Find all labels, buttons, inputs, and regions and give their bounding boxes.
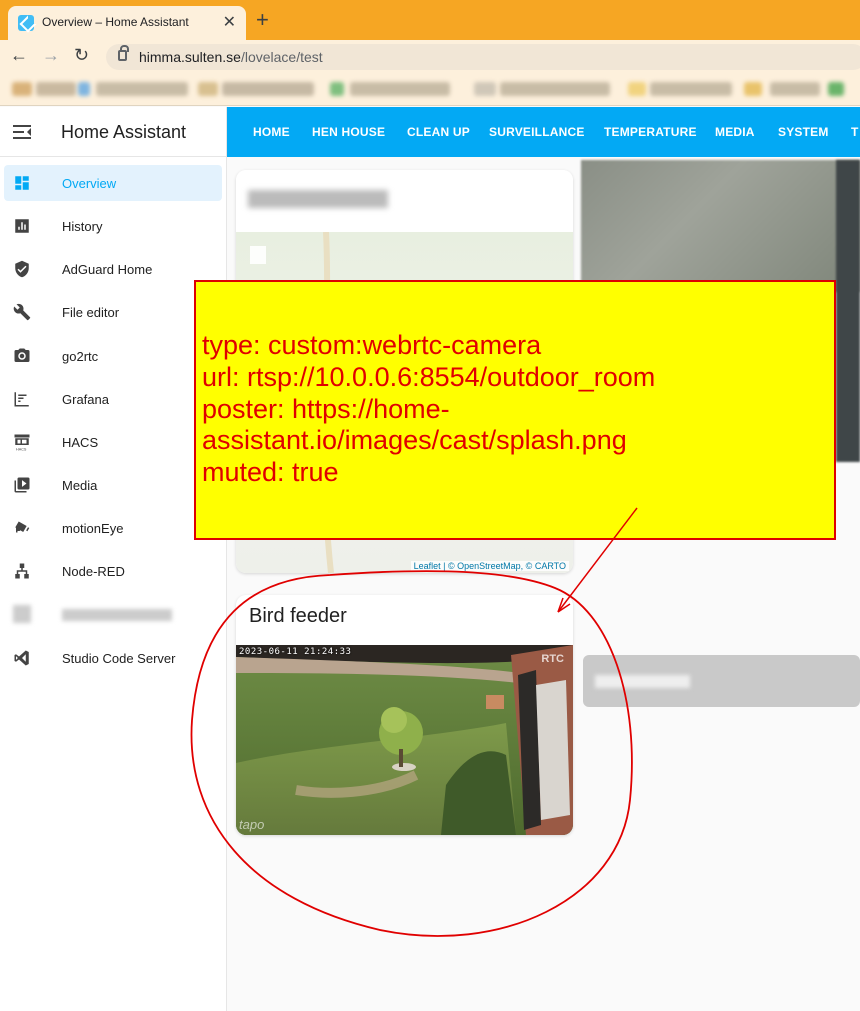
sidebar-item-node-red[interactable]: Node-RED: [4, 553, 222, 589]
blurred-card-edge: [836, 160, 860, 462]
collapse-menu-icon[interactable]: [13, 125, 31, 139]
card-title: Bird feeder: [249, 605, 347, 627]
sidebar-item-label: Node-RED: [62, 564, 125, 579]
bookmark-item[interactable]: [500, 82, 610, 96]
bookmark-item[interactable]: [350, 82, 450, 96]
sidebar-item-label: HACS: [62, 435, 99, 450]
close-tab-icon[interactable]: ✕: [223, 12, 236, 32]
wrench-icon: [13, 303, 31, 321]
sidebar-item-hacs[interactable]: HACS HACS: [4, 424, 222, 460]
bookmark-item[interactable]: [828, 82, 844, 96]
url-host: himma.sulten.se: [139, 49, 241, 65]
tab-title: Overview – Home Assistant: [42, 15, 189, 29]
blurred-icon: [13, 605, 31, 623]
tab-home[interactable]: HOME: [253, 125, 290, 139]
cctv-icon: [15, 521, 30, 533]
sitemap-icon: [15, 563, 29, 579]
sidebar-item-label: AdGuard Home: [62, 262, 153, 277]
sidebar-item-studio-code[interactable]: Studio Code Server: [4, 640, 222, 676]
annotation-line: type: custom:webrtc-camera: [202, 330, 542, 360]
bookmark-item[interactable]: [744, 82, 762, 96]
hacs-icon: HACS: [14, 434, 30, 451]
vscode-icon: [14, 650, 29, 666]
sidebar: Home Assistant Overview History AdGuard …: [0, 107, 227, 1011]
annotation-line: url: rtsp://10.0.0.6:8554/outdoor_room: [202, 362, 656, 392]
back-icon[interactable]: ←: [10, 45, 28, 66]
sidebar-item-label: motionEye: [62, 521, 124, 536]
bookmark-item[interactable]: [198, 82, 218, 96]
camera-watermark: tapo: [239, 817, 265, 832]
sidebar-item-motioneye[interactable]: motionEye: [4, 510, 222, 546]
blurred-entity-card[interactable]: [583, 655, 860, 707]
bookmark-item[interactable]: [36, 82, 76, 96]
sidebar-item-go2rtc[interactable]: go2rtc: [4, 338, 222, 374]
sidebar-item-media[interactable]: Media: [4, 467, 222, 503]
annotation-line: assistant.io/images/cast/splash.png: [202, 425, 627, 455]
chart-icon: [15, 219, 29, 233]
tab-system[interactable]: SYSTEM: [778, 125, 829, 139]
sidebar-item-label: go2rtc: [62, 349, 99, 364]
view-tabs-bar: HOME HEN HOUSE CLEAN UP SURVEILLANCE TEM…: [227, 107, 860, 157]
tab-overflow[interactable]: T: [851, 125, 859, 139]
sidebar-item-hidden[interactable]: [4, 596, 222, 632]
sidebar-item-label: Media: [62, 478, 98, 493]
blurred-camera-card[interactable]: [581, 160, 860, 292]
sidebar-item-label: Grafana: [62, 392, 109, 407]
bookmark-item[interactable]: [96, 82, 188, 96]
camera-stream[interactable]: 2023-06-11 21:24:33 RTC tapo: [236, 645, 573, 835]
media-icon: [14, 477, 30, 493]
tab-surveillance[interactable]: SURVEILLANCE: [489, 125, 585, 139]
bookmark-item[interactable]: [650, 82, 732, 96]
blurred-label: [62, 609, 172, 621]
bookmark-item[interactable]: [222, 82, 314, 96]
browser-tab-strip: Overview – Home Assistant ✕ +: [0, 0, 860, 40]
lock-icon: [118, 45, 129, 61]
sidebar-item-history[interactable]: History: [4, 208, 222, 244]
blurred-title: [248, 190, 388, 208]
sidebar-header: Home Assistant: [0, 107, 227, 157]
bookmark-item[interactable]: [78, 82, 90, 96]
bookmark-item[interactable]: [474, 82, 496, 96]
annotation-line: muted: true: [202, 457, 339, 487]
svg-text:HACS: HACS: [16, 447, 27, 451]
sidebar-item-label: Studio Code Server: [62, 651, 176, 666]
sidebar-item-label: File editor: [62, 305, 120, 320]
tab-media[interactable]: MEDIA: [715, 125, 755, 139]
sidebar-item-overview[interactable]: Overview: [4, 165, 222, 201]
camera-icon: [14, 348, 30, 362]
address-bar[interactable]: himma.sulten.se/lovelace/test: [106, 44, 860, 70]
browser-toolbar: ← → ↻ himma.sulten.se/lovelace/test: [0, 40, 860, 74]
bookmark-item[interactable]: [12, 82, 32, 96]
dashboard-icon: [15, 176, 29, 190]
bookmark-item[interactable]: [330, 82, 344, 96]
tab-temperature[interactable]: TEMPERATURE: [604, 125, 697, 139]
grafana-icon: [14, 392, 29, 407]
reload-icon[interactable]: ↻: [74, 45, 89, 66]
sidebar-title: Home Assistant: [61, 122, 187, 142]
url-path: /lovelace/test: [240, 49, 323, 65]
annotation-line: poster: https://home-: [202, 394, 450, 424]
bookmarks-bar: [0, 74, 860, 106]
sidebar-item-grafana[interactable]: Grafana: [4, 381, 222, 417]
bookmark-item[interactable]: [628, 82, 646, 96]
sidebar-item-adguard[interactable]: AdGuard Home: [4, 251, 222, 287]
home-assistant-favicon-icon: [18, 15, 34, 31]
tab-hen-house[interactable]: HEN HOUSE: [312, 125, 385, 139]
bird-feeder-card[interactable]: Bird feeder 2023-06-11 21:24:33 RTC tapo: [236, 595, 573, 835]
sidebar-item-label: Overview: [62, 176, 117, 191]
tab-clean-up[interactable]: CLEAN UP: [407, 125, 470, 139]
shield-icon: [15, 260, 29, 278]
camera-frame-image: [236, 645, 573, 835]
rtc-badge: RTC: [541, 653, 564, 665]
sidebar-item-label: History: [62, 219, 103, 234]
camera-timestamp: 2023-06-11 21:24:33: [239, 647, 352, 657]
sidebar-item-file-editor[interactable]: File editor: [4, 294, 222, 330]
map-card-header: [236, 170, 573, 232]
map-attribution[interactable]: Leaflet | © OpenStreetMap, © CARTO: [410, 561, 569, 571]
new-tab-icon[interactable]: +: [256, 7, 269, 33]
annotation-callout: type: custom:webrtc-camera url: rtsp://1…: [194, 280, 836, 540]
forward-icon[interactable]: →: [42, 45, 60, 66]
browser-tab[interactable]: Overview – Home Assistant ✕: [8, 6, 246, 40]
bookmark-item[interactable]: [770, 82, 820, 96]
